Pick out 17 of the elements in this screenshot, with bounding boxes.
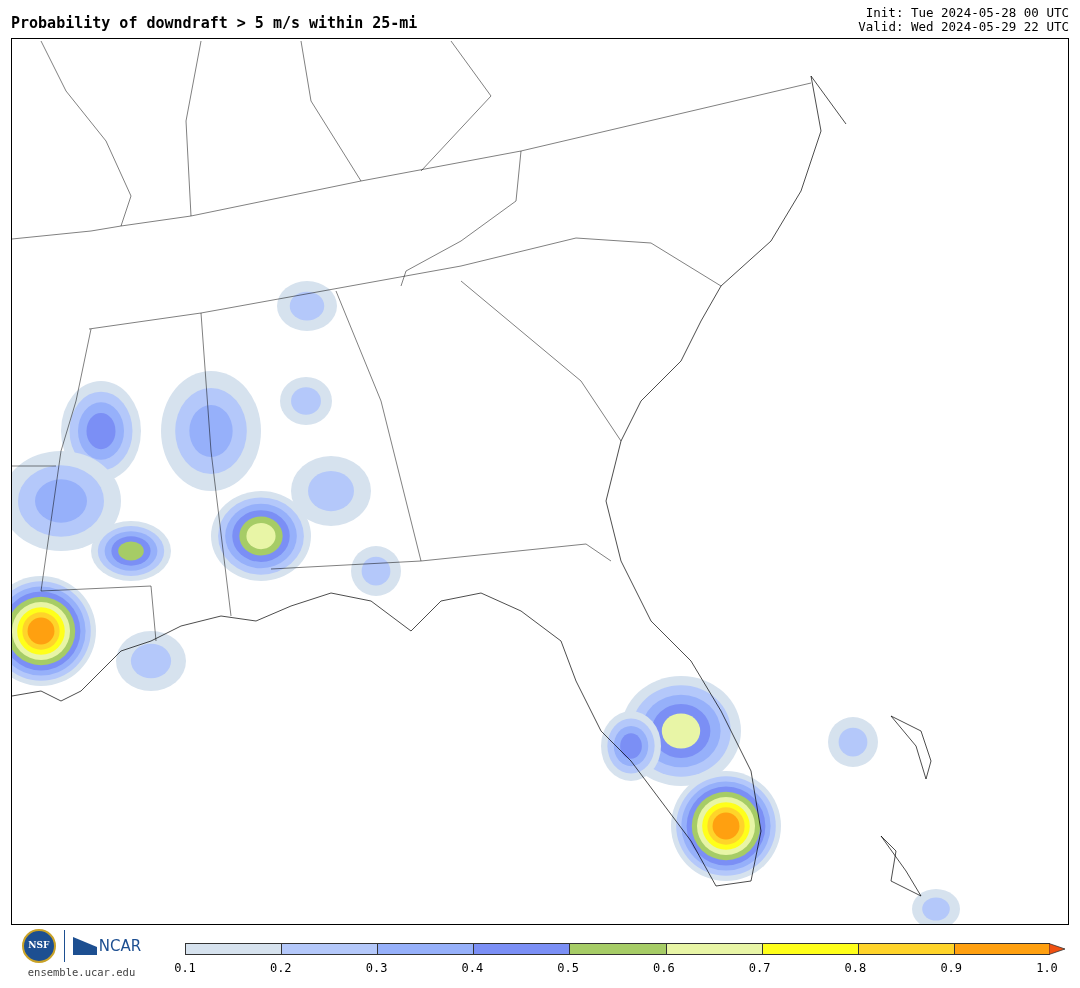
valid-time: Valid: Wed 2024-05-29 22 UTC	[858, 20, 1069, 34]
colorbar-tick-label: 0.5	[557, 960, 579, 977]
chart-title: Probability of downdraft > 5 m/s within 25-mi	[11, 12, 418, 34]
colorbar-tick-label: 0.2	[269, 960, 292, 977]
colorbar-tick-label: 0.7	[748, 960, 771, 977]
colorbar-tick-label: 0.3	[365, 960, 388, 977]
website-url: ensemble.ucar.edu	[27, 965, 136, 980]
colorbar-tick-label: 0.1	[174, 960, 196, 977]
nsf-logo: NSF	[21, 929, 56, 963]
init-time: Init: Tue 2024-05-28 00 UTC	[865, 6, 1069, 20]
colorbar-tick-label: 0.8	[844, 960, 867, 977]
colorbar-tick-label: 0.4	[461, 960, 484, 977]
colorbar-tick-label: 0.6	[653, 960, 675, 977]
ncar-logo-text: NCAR	[98, 935, 142, 957]
ncar-logo-icon	[72, 937, 97, 955]
colorbar-tick-label: 1.0	[1036, 960, 1058, 977]
colorbar-tick-label: 0.9	[940, 960, 963, 977]
